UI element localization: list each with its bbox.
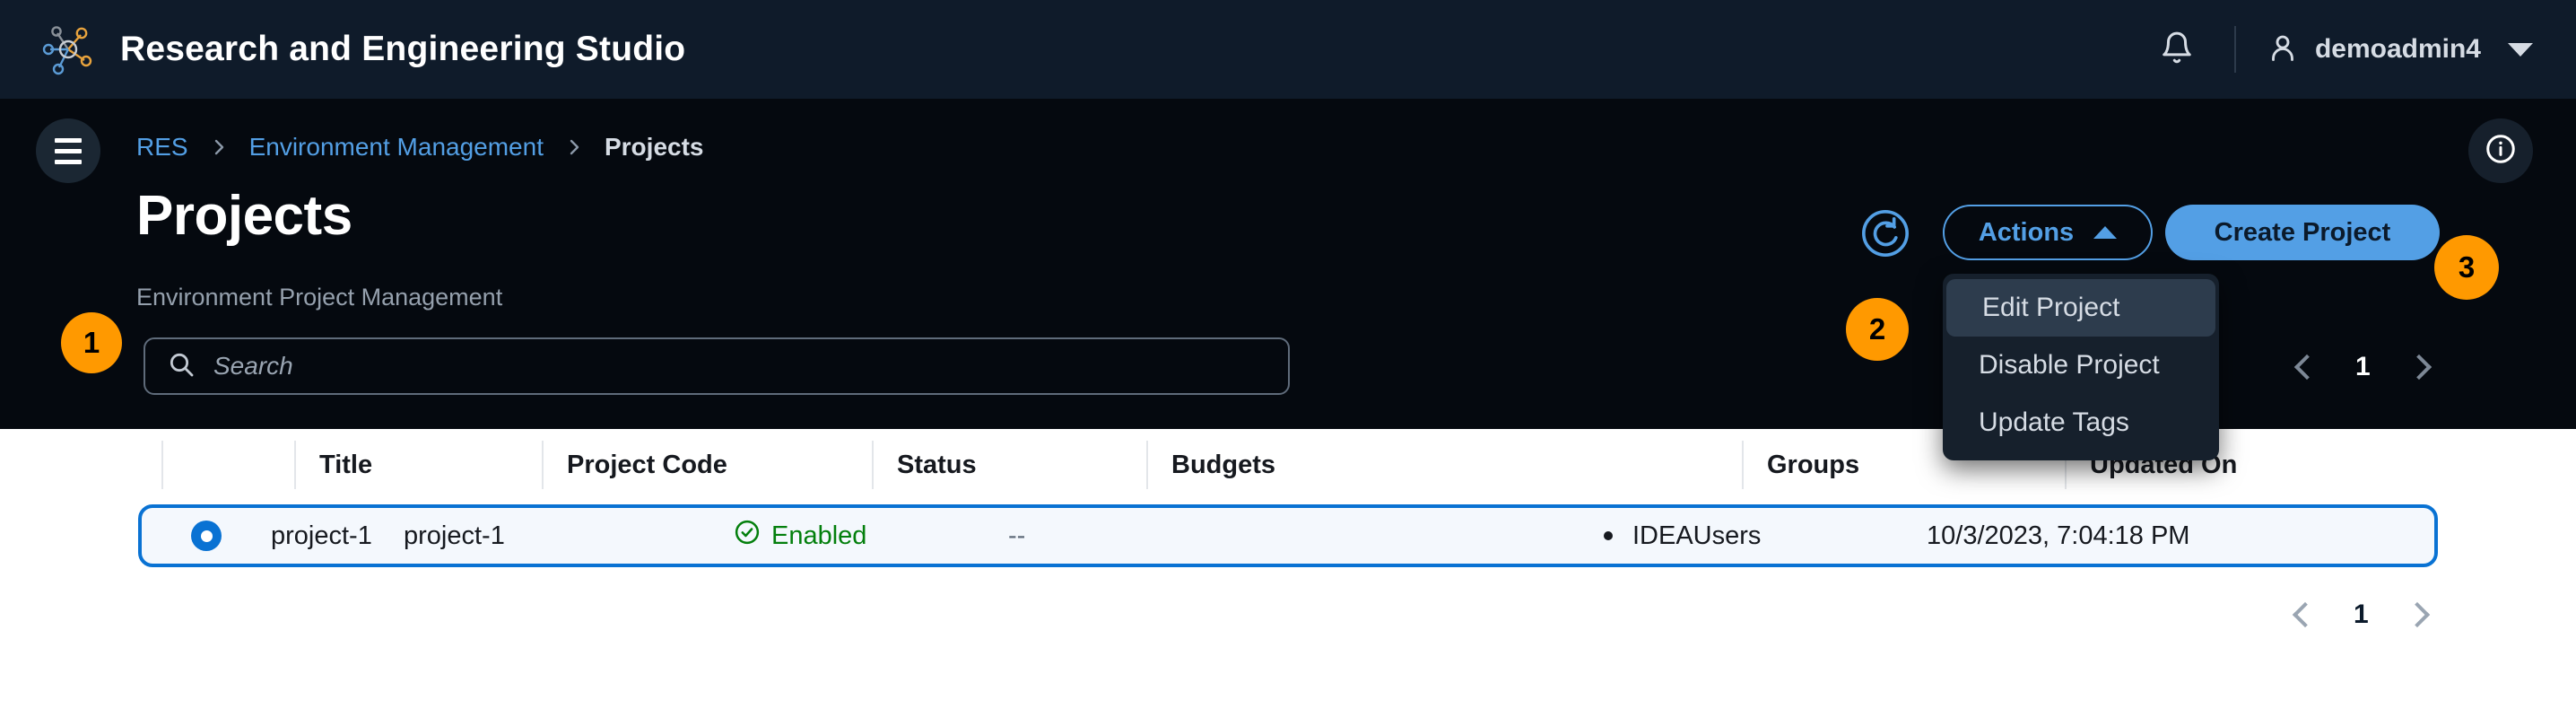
molecule-network-icon (39, 21, 97, 78)
actions-dropdown-menu: Edit Project Disable Project Update Tags (1943, 274, 2219, 460)
user-menu-button[interactable]: demoadmin4 (2267, 31, 2533, 68)
page-number[interactable]: 1 (2354, 600, 2369, 630)
brand-block[interactable]: Research and Engineering Studio (0, 21, 685, 78)
menu-item-label: Disable Project (1979, 350, 2160, 380)
cell-budgets: -- (1008, 521, 1026, 550)
breadcrumb-item-res[interactable]: RES (136, 133, 188, 162)
group-name: IDEAUsers (1632, 521, 1762, 550)
cell-groups: IDEAUsers (1604, 521, 1927, 551)
cell-project-code: project-1 (404, 521, 505, 550)
pagination-bottom: 1 (2292, 600, 2430, 630)
chevron-left-icon[interactable] (2293, 354, 2320, 381)
hamburger-menu-icon[interactable] (36, 118, 100, 183)
app-title: Research and Engineering Studio (120, 30, 686, 68)
search-input[interactable] (213, 352, 1266, 381)
notifications-button[interactable] (2150, 22, 2204, 76)
top-navigation-bar: Research and Engineering Studio demoadmi… (0, 0, 2576, 99)
chevron-right-icon (208, 136, 230, 158)
menu-item-label: Update Tags (1979, 407, 2129, 437)
top-nav-right-cluster: demoadmin4 (2150, 22, 2576, 76)
radio-selected-icon (191, 521, 222, 551)
row-select-radio[interactable] (142, 521, 271, 551)
chevron-down-icon (2508, 42, 2533, 57)
cell-title: project-1 (271, 521, 372, 550)
actions-button[interactable]: Actions (1943, 205, 2153, 260)
callout-badge-1: 1 (61, 312, 122, 373)
chevron-right-icon (563, 136, 585, 158)
column-header-status[interactable]: Status (872, 441, 1146, 489)
page-root: Research and Engineering Studio demoadmi… (0, 0, 2576, 709)
column-header-project-code[interactable]: Project Code (542, 441, 872, 489)
table-header-select (161, 441, 294, 489)
cell-updated-on: 10/3/2023, 7:04:18 PM (1927, 521, 2190, 550)
breadcrumb: RES Environment Management Projects (136, 133, 703, 162)
menu-item-label: Edit Project (1982, 293, 2120, 322)
chevron-up-icon (2093, 226, 2118, 239)
menu-item-update-tags[interactable]: Update Tags (1943, 394, 2219, 451)
column-header-budgets[interactable]: Budgets (1146, 441, 1742, 489)
info-button[interactable] (2468, 118, 2533, 183)
bullet-icon (1604, 531, 1613, 540)
username-label: demoadmin4 (2314, 34, 2481, 64)
person-icon (2267, 31, 2299, 68)
menu-item-disable-project[interactable]: Disable Project (1943, 337, 2219, 394)
bell-icon (2160, 31, 2194, 69)
chevron-left-icon[interactable] (2292, 601, 2319, 628)
breadcrumb-item-environment-management[interactable]: Environment Management (249, 133, 544, 162)
pagination-top: 1 (2293, 352, 2432, 382)
page-title: Projects (136, 185, 352, 247)
cell-status: Enabled (734, 519, 1008, 553)
callout-badge-2: 2 (1846, 298, 1909, 361)
column-header-title[interactable]: Title (294, 441, 542, 489)
menu-item-edit-project[interactable]: Edit Project (1946, 279, 2215, 337)
callout-badge-3: 3 (2434, 235, 2499, 300)
breadcrumb-item-projects[interactable]: Projects (605, 133, 704, 162)
search-icon (167, 350, 196, 383)
table-row[interactable]: project-1 project-1 Enabled -- IDEAUsers… (138, 504, 2438, 567)
refresh-button[interactable] (1858, 208, 1912, 262)
page-number[interactable]: 1 (2355, 352, 2371, 382)
info-circle-icon (2484, 132, 2518, 171)
chevron-right-icon[interactable] (2404, 601, 2430, 628)
check-circle-icon (734, 519, 761, 553)
status-label: Enabled (771, 521, 867, 550)
page-subtitle: Environment Project Management (136, 284, 503, 311)
refresh-icon (1859, 207, 1911, 264)
chevron-right-icon[interactable] (2406, 354, 2432, 381)
create-project-button[interactable]: Create Project (2165, 205, 2440, 260)
actions-button-label: Actions (1978, 217, 2075, 247)
nav-divider (2233, 26, 2236, 73)
search-field[interactable] (144, 337, 1290, 395)
